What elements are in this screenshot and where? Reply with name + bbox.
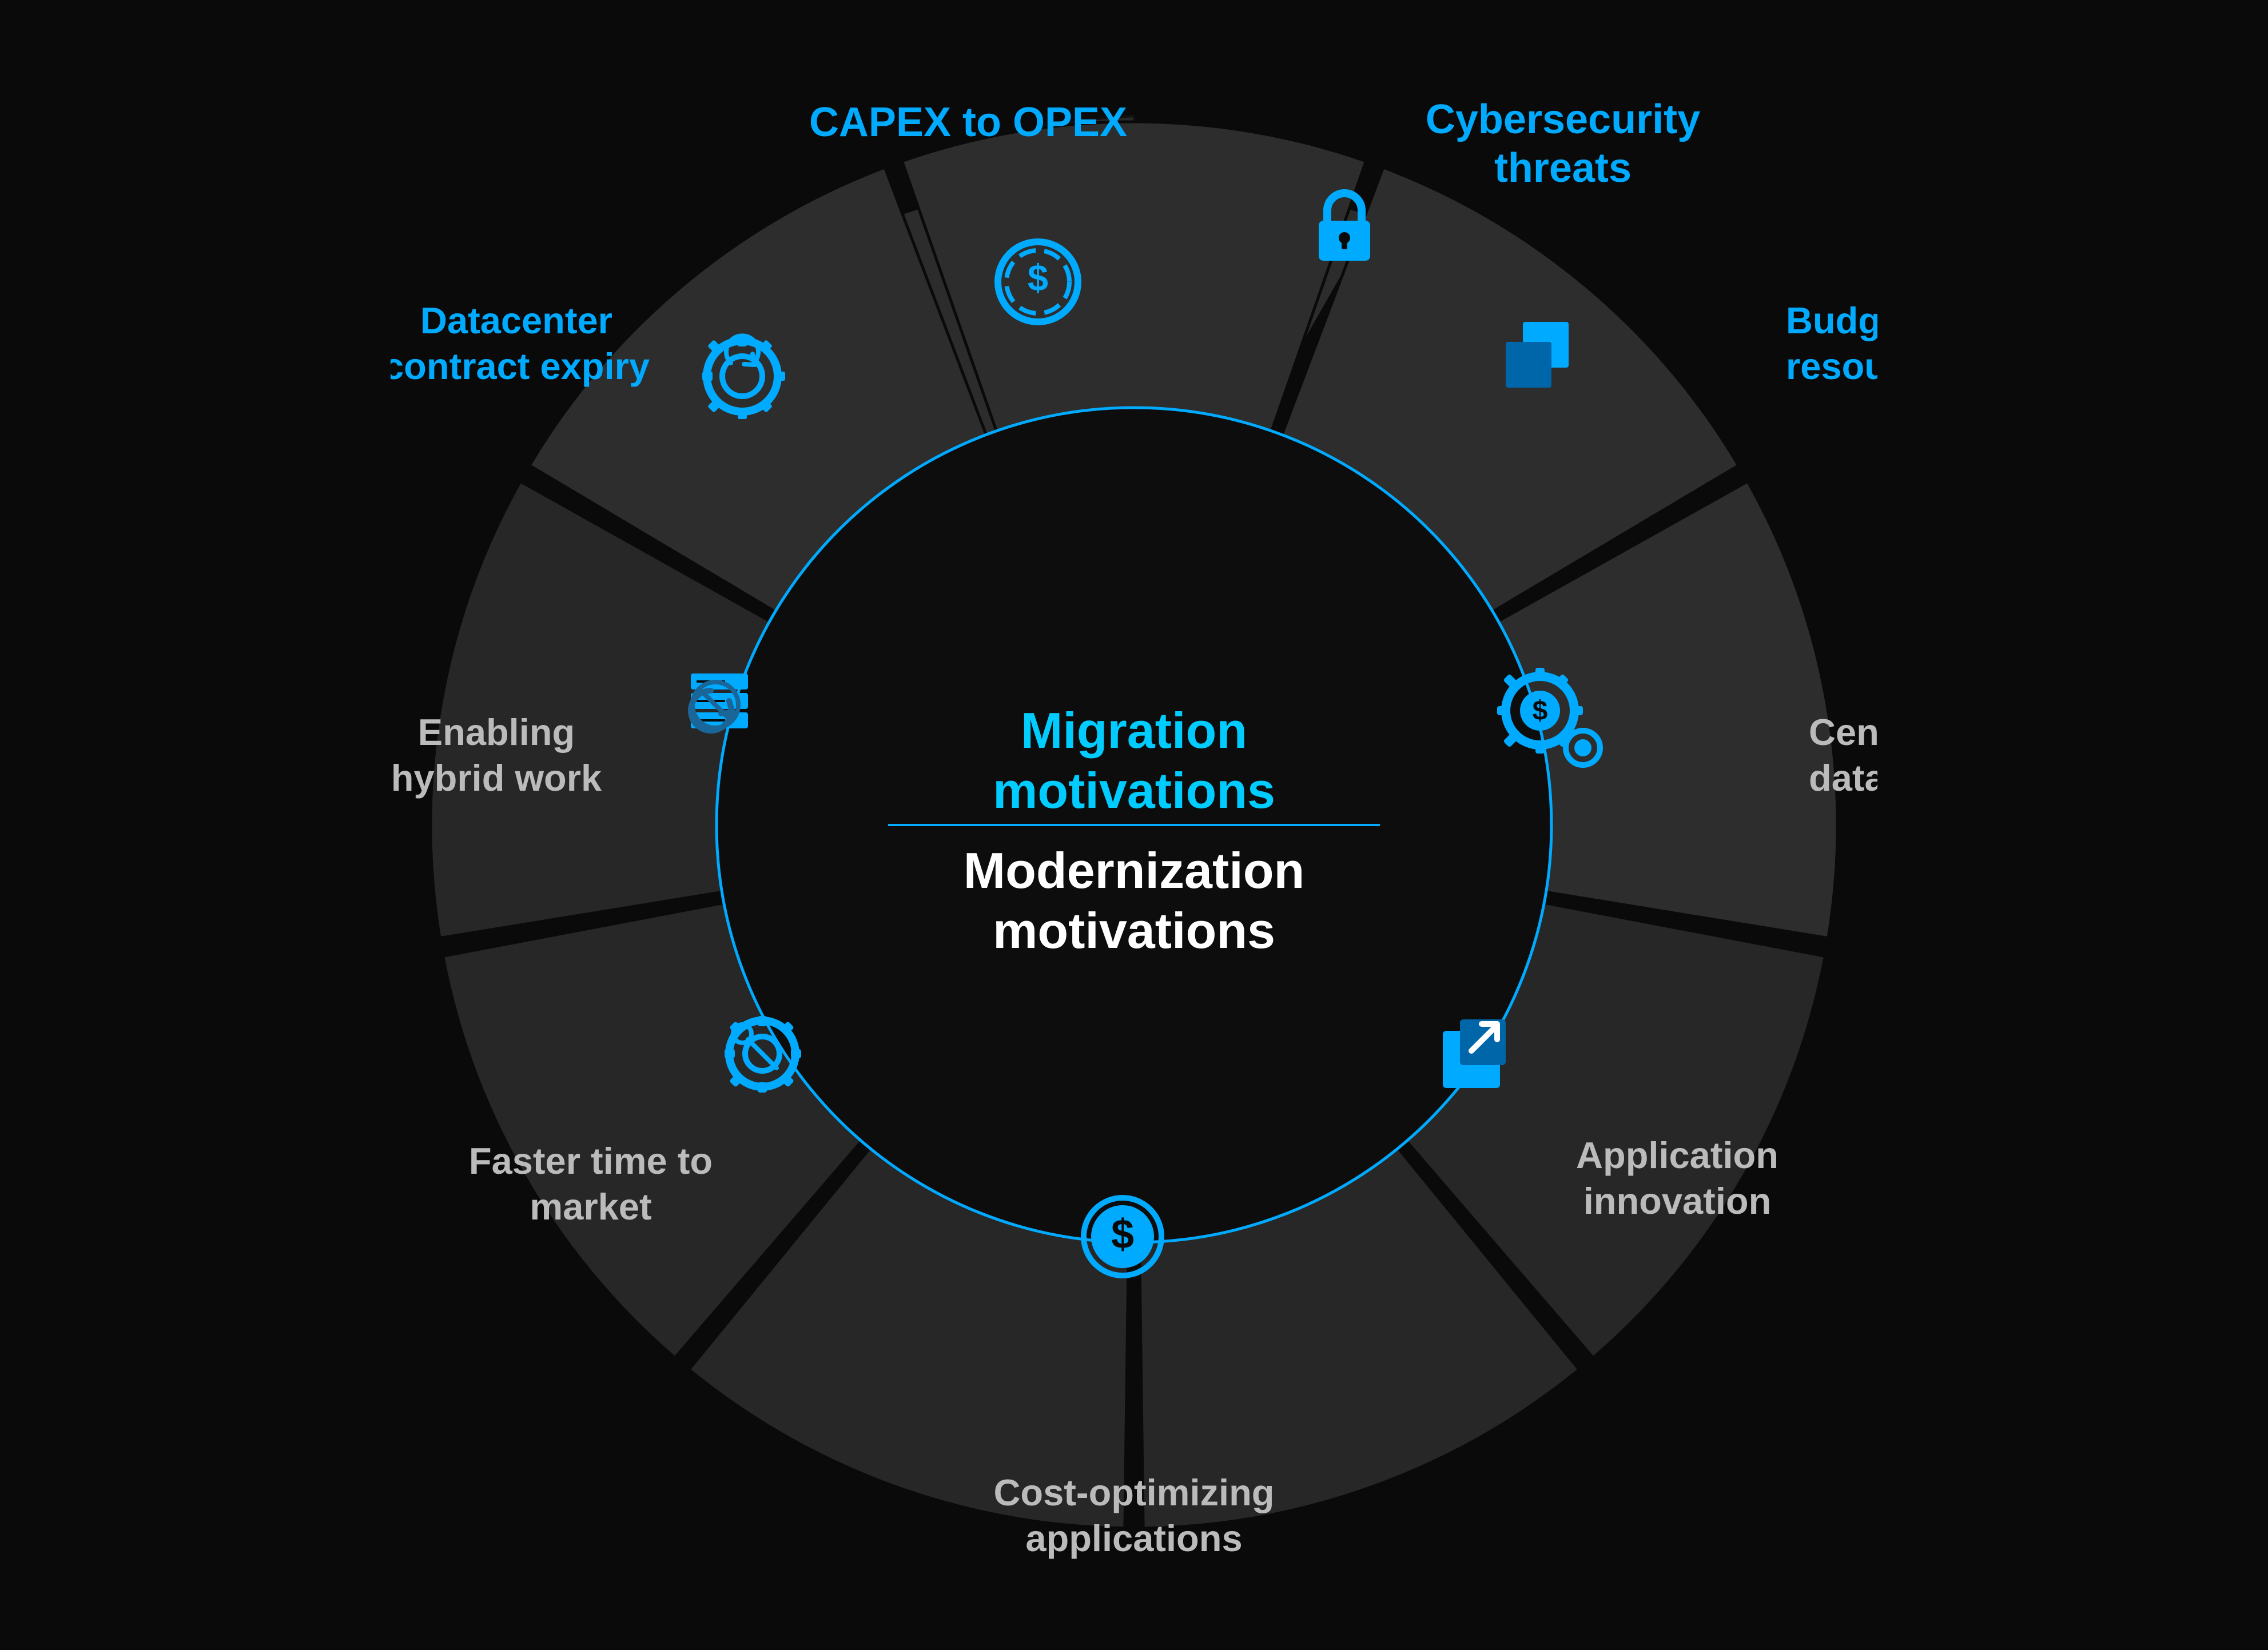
migration-text-line1: Migration [1021,702,1247,759]
label-application-line2: innovation [1583,1180,1772,1222]
svg-text:$: $ [1533,696,1548,726]
label-centralizing-line1: Centralizing [1809,711,1877,753]
hybrid-icon [691,673,748,731]
label-capex: CAPEX to OPEX [809,99,1127,145]
label-cost-line1: Cost-optimizing [993,1472,1274,1513]
cost-icon: $ [1084,1198,1161,1276]
diagram-container: Migration motivations Modernization moti… [391,82,1877,1568]
label-hybrid-line1: Enabling [418,711,575,753]
label-faster-line1: Faster time to [469,1140,713,1182]
label-cyber-line1: Cybersecurity [1426,97,1700,142]
modernization-text-line1: Modernization [964,842,1304,899]
label-datacenter-line1: Datacenter [420,300,612,341]
label-faster-line2: market [530,1186,651,1227]
label-budget-line1: Budget and [1786,300,1877,341]
label-cost-line2: applications [1025,1517,1242,1559]
label-centralizing-line2: data [1809,757,1877,799]
label-budget-line2: resource constraints [1786,345,1877,387]
label-hybrid-line2: hybrid work [391,757,602,799]
wheel-svg: Migration motivations Modernization moti… [391,82,1877,1568]
svg-text:$: $ [1028,257,1048,298]
label-cyber-line2: threats [1494,145,1632,191]
modernization-text-line2: motivations [993,902,1275,959]
label-application-line1: Application [1576,1134,1778,1176]
migration-text-line2: motivations [993,762,1275,819]
label-datacenter-line2: contract expiry [391,345,650,387]
svg-text:$: $ [1111,1211,1134,1257]
